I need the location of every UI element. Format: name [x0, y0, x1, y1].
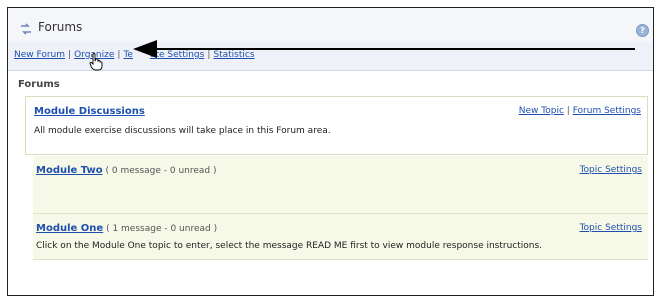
forum-box: Module Discussions New Topic | Forum Set…	[25, 96, 648, 155]
page-title: Forums	[38, 20, 83, 34]
title-bar: Forums ?	[8, 8, 653, 42]
topic-meta: ( 1 message - 0 unread )	[106, 224, 218, 234]
forum-settings-link[interactable]: Forum Settings	[573, 106, 641, 116]
forum-name-link[interactable]: Module Discussions	[34, 106, 145, 117]
topic-settings-link[interactable]: Topic Settings	[580, 223, 642, 233]
topic-name-link[interactable]: Module One	[36, 223, 103, 234]
question-mark-icon[interactable]: ?	[636, 24, 649, 37]
arrow-left-icon	[133, 40, 157, 58]
topic-row: Module Two ( 0 message - 0 unread ) Topi…	[33, 156, 648, 214]
forum-actions: New Topic | Forum Settings	[519, 106, 641, 116]
topic-meta: ( 0 message - 0 unread )	[105, 166, 217, 176]
toolbar: New Forum|Organize|Teate Settings|Statis…	[8, 42, 653, 71]
forums-panel: Forums ? New Forum|Organize|Teate Settin…	[7, 7, 654, 296]
new-forum-link[interactable]: New Forum	[14, 50, 65, 60]
new-topic-link[interactable]: New Topic	[519, 106, 564, 116]
hand-cursor-icon	[89, 53, 103, 71]
topic-name-link[interactable]: Module Two	[36, 165, 103, 176]
section-title: Forums	[18, 79, 60, 90]
topic-settings-link[interactable]: Topic Settings	[580, 165, 642, 175]
forum-tool-icon	[21, 23, 31, 35]
topic-heading: Module One ( 1 message - 0 unread )	[36, 223, 217, 234]
annotation-arrow-line	[155, 48, 635, 50]
topic-description: Click on the Module One topic to enter, …	[36, 241, 543, 251]
topic-row: Module One ( 1 message - 0 unread ) Topi…	[33, 214, 648, 260]
statistics-link[interactable]: Statistics	[213, 50, 254, 60]
separator: |	[68, 50, 72, 60]
topic-heading: Module Two ( 0 message - 0 unread )	[36, 165, 217, 176]
forum-description: All module exercise discussions will tak…	[34, 126, 331, 136]
